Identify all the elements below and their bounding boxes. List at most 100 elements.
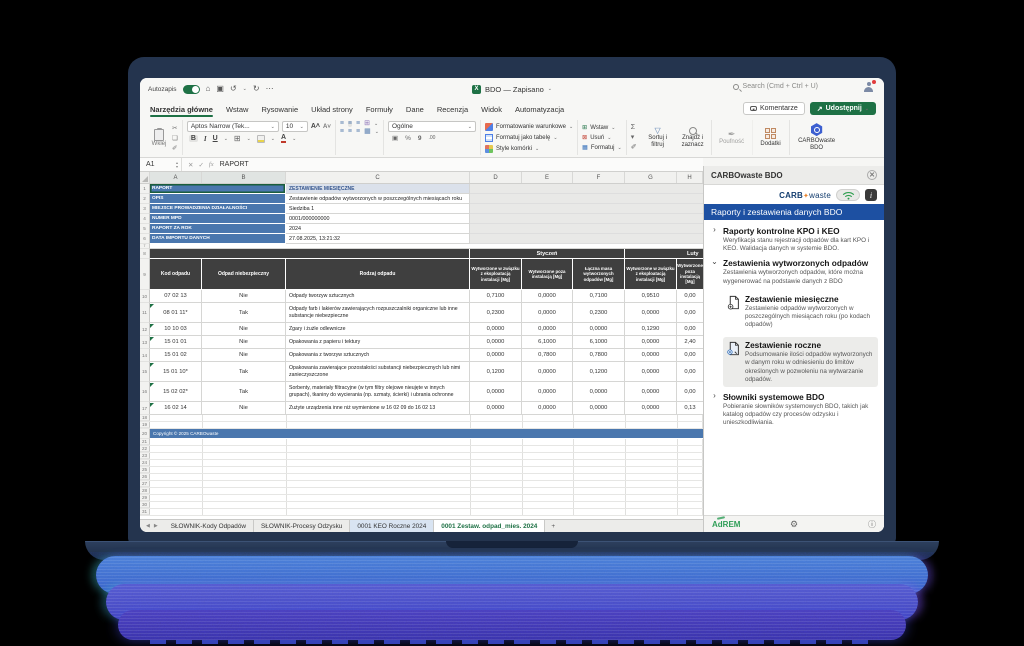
cell-value[interactable]: 0,7100: [470, 290, 522, 303]
row-number[interactable]: 16: [140, 382, 150, 402]
font-color-dropdown-icon[interactable]: ⌄: [292, 136, 296, 142]
cell-value[interactable]: 0,1290: [625, 323, 677, 336]
align-center-icon[interactable]: ≡: [348, 129, 352, 135]
tab-wstaw[interactable]: Wstaw: [226, 103, 249, 116]
paste-button[interactable]: Wklej: [148, 125, 170, 151]
format-painter-icon[interactable]: ✐: [172, 144, 178, 152]
tab-rysowanie[interactable]: Rysowanie: [261, 103, 298, 116]
header-kod-odpadu[interactable]: Kod odpadu: [150, 259, 202, 290]
decimal-icon[interactable]: .00: [429, 135, 436, 141]
header-luty-poza[interactable]: Wytworzone poza instalacją [Mg]: [677, 259, 703, 290]
carbowaste-addin-button[interactable]: CARBOwaste BDO: [794, 123, 840, 152]
month-header-luty[interactable]: Luty: [625, 249, 703, 259]
font-color-button[interactable]: A: [281, 134, 286, 143]
row-number[interactable]: 15: [140, 362, 150, 382]
cell-value[interactable]: 0,1200: [573, 362, 625, 382]
gridlines[interactable]: [140, 422, 703, 428]
cell-hazard[interactable]: Tak: [202, 303, 286, 323]
sheet-tab-keo-roczne[interactable]: 0001 KEO Roczne 2024: [350, 520, 434, 532]
cell-c3[interactable]: Siedziba 1: [286, 204, 470, 214]
cell-rodzaj[interactable]: Opakowania zawierające pozostałości subs…: [286, 362, 470, 382]
cell-kod[interactable]: 08 01 11*: [150, 303, 202, 323]
cell-hazard[interactable]: Nie: [202, 323, 286, 336]
cell-c1[interactable]: ZESTAWIENIE MIESIĘCZNE: [286, 184, 470, 194]
wrap-dropdown-icon[interactable]: ⌄: [374, 121, 378, 127]
fill-down-icon[interactable]: ▾: [631, 133, 637, 141]
align-middle-icon[interactable]: ≡: [348, 121, 352, 127]
find-select-button[interactable]: Znajdź i zaznacz: [679, 127, 707, 149]
sheet-tab-zestaw-mies[interactable]: 0001 Zestaw. odpad_mies. 2024: [434, 520, 545, 532]
month-header-styczen[interactable]: Styczeń: [470, 249, 625, 259]
section-title[interactable]: Zestawienia wytworzonych odpadów: [723, 258, 878, 268]
sheet-nav-left-icon[interactable]: ◀: [146, 523, 150, 529]
gridlines[interactable]: [140, 467, 703, 473]
cell-value[interactable]: 0,0000: [573, 323, 625, 336]
cell-value[interactable]: 0,2300: [573, 303, 625, 323]
cell-c6[interactable]: 27.08.2025, 13:21:32: [286, 234, 470, 244]
gridlines[interactable]: [140, 415, 703, 421]
sheet-nav-right-icon[interactable]: ▶: [154, 523, 158, 529]
cell-hazard[interactable]: Tak: [202, 362, 286, 382]
cell-value[interactable]: 0,00: [677, 349, 703, 362]
cell-kod[interactable]: 15 02 02*: [150, 382, 202, 402]
column-header-b[interactable]: B: [202, 172, 286, 183]
row-number[interactable]: 12: [140, 323, 150, 336]
column-header-e[interactable]: E: [522, 172, 573, 183]
cell-value[interactable]: 0,00: [677, 303, 703, 323]
search-field[interactable]: Search (Cmd + Ctrl + U): [733, 83, 818, 90]
cell-value[interactable]: 0,0000: [625, 402, 677, 415]
cell-hazard[interactable]: Nie: [202, 402, 286, 415]
chevron-right-icon[interactable]: ›: [710, 392, 719, 428]
cell-value[interactable]: 0,0000: [625, 382, 677, 402]
column-header-f[interactable]: F: [573, 172, 625, 183]
borders-dropdown-icon[interactable]: ⌄: [247, 136, 251, 142]
cell-a5[interactable]: RAPORT ZA ROK: [150, 224, 286, 234]
cell-c2[interactable]: Zestawienie odpadów wytworzonych w poszc…: [286, 194, 470, 204]
copyright-cell[interactable]: Copyright © 2025 CARBOwaste: [150, 429, 703, 439]
column-header-c[interactable]: C: [286, 172, 470, 183]
cell-value[interactable]: 0,0000: [522, 402, 573, 415]
cell-value[interactable]: 0,0000: [470, 382, 522, 402]
delete-cells-button[interactable]: Usuń: [590, 135, 604, 141]
save-icon[interactable]: ▣: [216, 85, 224, 93]
cell-kod[interactable]: 15 01 01: [150, 336, 202, 349]
cell-rodzaj[interactable]: Sorbenty, materiały filtracyjne (w tym f…: [286, 382, 470, 402]
cell-value[interactable]: 0,00: [677, 382, 703, 402]
cell-value[interactable]: 0,0000: [522, 323, 573, 336]
section-raporty-kontrolne[interactable]: › Raporty kontrolne KPO i KEO Weryfikacj…: [710, 226, 878, 253]
gridlines[interactable]: [140, 481, 703, 487]
row-number[interactable]: 6: [140, 234, 150, 244]
format-cells-button[interactable]: Formatuj: [591, 145, 615, 151]
tab-uklad-strony[interactable]: Układ strony: [311, 103, 353, 116]
cell-value[interactable]: 0,2300: [470, 303, 522, 323]
cell-value[interactable]: 0,0000: [522, 382, 573, 402]
cell-value[interactable]: 6,1000: [573, 336, 625, 349]
accounting-icon[interactable]: ▣: [392, 134, 398, 142]
header-rodzaj-odpadu[interactable]: Rodzaj odpadu: [286, 259, 470, 290]
cell-value[interactable]: 0,0000: [625, 336, 677, 349]
cell-kod[interactable]: 15 01 02: [150, 349, 202, 362]
gridlines[interactable]: [140, 495, 703, 501]
cell-hazard[interactable]: Tak: [202, 382, 286, 402]
cell-value[interactable]: 0,0000: [625, 362, 677, 382]
cell-rodzaj[interactable]: Zużyte urządzenia inne niż wymienione w …: [286, 402, 470, 415]
sheet-tab-slownik-kody[interactable]: SŁOWNIK-Kody Odpadów: [164, 520, 254, 532]
fill-color-button[interactable]: [257, 135, 265, 143]
cell-value[interactable]: 0,0000: [522, 362, 573, 382]
cell-value[interactable]: 0,0000: [625, 349, 677, 362]
header-luty-eksploatacja[interactable]: Wytworzone w związku z eksploatacją inst…: [625, 259, 677, 290]
comments-button[interactable]: Komentarze: [743, 102, 805, 115]
add-sheet-button[interactable]: +: [545, 520, 561, 532]
cell-rodzaj[interactable]: Opakowania z papieru i tektury: [286, 336, 470, 349]
cell-value[interactable]: 0,1200: [470, 362, 522, 382]
cell-rodzaj[interactable]: Odpady farb i lakierów zawierających roz…: [286, 303, 470, 323]
chevron-right-icon[interactable]: ›: [710, 226, 719, 253]
autosave-toggle[interactable]: [183, 85, 200, 94]
header-styczen-laczna[interactable]: Łączna masa wytworzonych odpadów [Mg]: [573, 259, 625, 290]
row-number[interactable]: 11: [140, 303, 150, 323]
cell-hazard[interactable]: Nie: [202, 336, 286, 349]
footer-info-icon[interactable]: ⓘ: [868, 519, 876, 530]
cell-hazard[interactable]: Nie: [202, 290, 286, 303]
tab-widok[interactable]: Widok: [481, 103, 502, 116]
column-header-d[interactable]: D: [470, 172, 522, 183]
